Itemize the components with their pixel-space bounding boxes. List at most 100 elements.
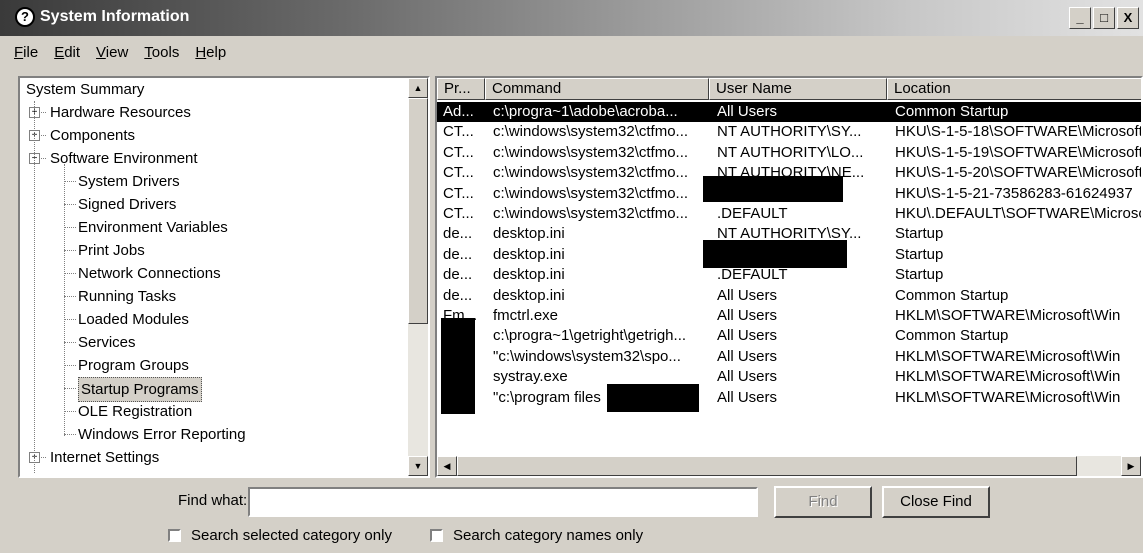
table-row[interactable]: systray.exe All Users HKLM\SOFTWARE\Micros… (437, 367, 1141, 387)
menu-edit[interactable]: Edit (54, 44, 80, 61)
cell-program: de... (443, 286, 473, 304)
column-header-location[interactable]: Location (887, 78, 1141, 100)
menu-tools[interactable]: Tools (144, 44, 179, 61)
tree-item-label: Network Connections (78, 265, 221, 282)
table-row[interactable]: de... desktop.ini All Users Common Startup (437, 286, 1141, 306)
cell-command: desktop.ini (493, 286, 565, 304)
cell-location: Common Startup (895, 327, 1009, 345)
tree-connector (64, 388, 76, 389)
tree-item[interactable]: Network Connections (20, 262, 412, 285)
find-what-input[interactable] (248, 487, 758, 517)
checkbox-icon[interactable] (168, 529, 181, 542)
menu-help[interactable]: Help (195, 44, 226, 61)
tree-item[interactable]: + Hardware Resources (20, 101, 412, 124)
scroll-down-icon[interactable]: ▼ (408, 456, 428, 476)
cell-location: Startup (895, 245, 944, 263)
tree-item[interactable]: Signed Drivers (20, 193, 412, 216)
cell-program: CT... (443, 143, 474, 161)
menu-file[interactable]: File (14, 44, 38, 61)
cell-location: HKLM\SOFTWARE\Microsoft\Win (895, 368, 1121, 386)
search-selected-category-checkbox[interactable]: Search selected category only (168, 527, 392, 544)
tree-item-label: Components (50, 127, 136, 144)
scroll-left-icon[interactable]: ◀ (437, 456, 457, 476)
table-row[interactable]: CT... c:\windows\system32\ctfmo... NT AUTH… (437, 122, 1143, 142)
close-find-button[interactable]: Close Find (882, 486, 990, 518)
tree-item[interactable]: Services (20, 331, 412, 354)
table-row[interactable]: CT... c:\windows\system32\ctfmo... .DEFAUL… (437, 204, 1141, 224)
tree-item[interactable]: Environment Variables (20, 216, 412, 239)
window-title: System Information (40, 8, 190, 25)
cell-command: c:\progra~1\getright\getrigh... (493, 327, 687, 345)
scroll-thumb[interactable] (408, 98, 428, 324)
table-row[interactable]: c:\progra~1\getright\getrigh... All Users… (437, 326, 1141, 346)
tree-vertical-scrollbar[interactable]: ▲ ▼ (408, 78, 428, 476)
menu-bar: File Edit View Tools Help (0, 36, 1143, 68)
list-horizontal-scrollbar[interactable]: ◀ ▶ (437, 456, 1141, 476)
cell-command: desktop.ini (493, 266, 565, 284)
tree-item[interactable]: Program Groups (20, 354, 412, 377)
find-button[interactable]: Find (774, 486, 872, 518)
column-header-command[interactable]: Command (485, 78, 709, 100)
cell-program: CT... (443, 205, 474, 222)
scroll-right-icon[interactable]: ▶ (1121, 456, 1141, 476)
info-icon: ? (15, 7, 35, 27)
cell-program: de... (443, 266, 473, 284)
minimize-button[interactable]: _ (1069, 7, 1091, 29)
cell-program: de... (443, 225, 473, 243)
cell-location: HKU\.DEFAULT\SOFTWARE\Microsoft\Win (895, 205, 1141, 222)
cell-user: All Users (717, 307, 778, 324)
cell-program: CT... (443, 164, 474, 182)
cell-location: HKLM\SOFTWARE\Microsoft\Win (895, 388, 1121, 406)
tree-guide-line (34, 101, 35, 473)
tree-item-label: Internet Settings (50, 449, 160, 466)
checkbox-icon[interactable] (430, 529, 443, 542)
cell-user: All Users (717, 388, 778, 406)
cell-location: HKU\S-1-5-18\SOFTWARE\Microsoft\Win (895, 123, 1143, 141)
cell-user: NT AUTHORITY\SY... (717, 123, 862, 141)
tree-item[interactable]: + Internet Settings (20, 446, 412, 469)
table-row[interactable]: "c:\program files All Users HKLM\SOFTWARE\… (437, 388, 1141, 408)
tree-guide-line (64, 164, 65, 436)
tree-item-label: Program Groups (78, 357, 189, 374)
close-button[interactable]: X (1117, 7, 1139, 29)
tree-connector (64, 204, 76, 205)
table-row[interactable]: Fm... fmctrl.exe All Users HKLM\SOFTWARE\Mi… (437, 306, 1141, 326)
title-bar[interactable]: ? System Information _ □ X (0, 0, 1143, 36)
menu-view[interactable]: View (96, 44, 128, 61)
tree-item[interactable]: + Components (20, 124, 412, 147)
window-controls: _ □ X (1069, 7, 1139, 29)
tree-item[interactable]: System Drivers (20, 170, 412, 193)
search-category-names-checkbox[interactable]: Search category names only (430, 527, 643, 544)
tree-connector (64, 250, 76, 251)
cell-location: HKU\S-1-5-19\SOFTWARE\Microsoft\Win (895, 143, 1143, 161)
cell-command: c:\windows\system32\ctfmo... (493, 164, 689, 182)
redaction-block (703, 240, 847, 268)
table-row[interactable]: de... desktop.ini .DEFAULT Startup (437, 265, 1141, 285)
tree-item[interactable]: System Summary (20, 78, 412, 101)
tree-connector (64, 181, 76, 182)
tree-item[interactable]: − Software Environment (20, 147, 412, 170)
column-header-program[interactable]: Pr... (437, 78, 485, 100)
column-header-user-name[interactable]: User Name (709, 78, 887, 100)
cell-location: HKLM\SOFTWARE\Microsoft\Win (895, 307, 1121, 324)
tree-item[interactable]: OLE Registration (20, 400, 412, 423)
tree-connector (64, 273, 76, 274)
tree-item-label: OLE Registration (78, 403, 193, 420)
redaction-block (703, 176, 843, 202)
tree-item[interactable]: Print Jobs (20, 239, 412, 262)
tree-connector (64, 434, 76, 435)
maximize-button[interactable]: □ (1093, 7, 1115, 29)
category-tree[interactable]: System Summary + Hardware Resources + Compon… (18, 76, 430, 478)
tree-item[interactable]: Loaded Modules (20, 308, 412, 331)
table-row[interactable]: "c:\windows\system32\spo... All Users HKLM… (437, 347, 1141, 367)
cell-location: HKU\S-1-5-20\SOFTWARE\Microsoft\Win (895, 164, 1143, 182)
tree-item[interactable]: Running Tasks (20, 285, 412, 308)
table-row[interactable]: CT... c:\windows\system32\ctfmo... NT AUTH… (437, 143, 1143, 163)
cell-program: Ad... (443, 103, 474, 120)
tree-item[interactable]: Startup Programs (20, 377, 412, 402)
startup-programs-list[interactable]: Pr... Command User Name Location Ad... c:… (435, 76, 1143, 478)
scroll-up-icon[interactable]: ▲ (408, 78, 428, 98)
scroll-thumb[interactable] (457, 456, 1077, 476)
tree-item[interactable]: Windows Error Reporting (20, 423, 412, 446)
table-row[interactable]: Ad... c:\progra~1\adobe\acroba... All User… (437, 102, 1141, 122)
